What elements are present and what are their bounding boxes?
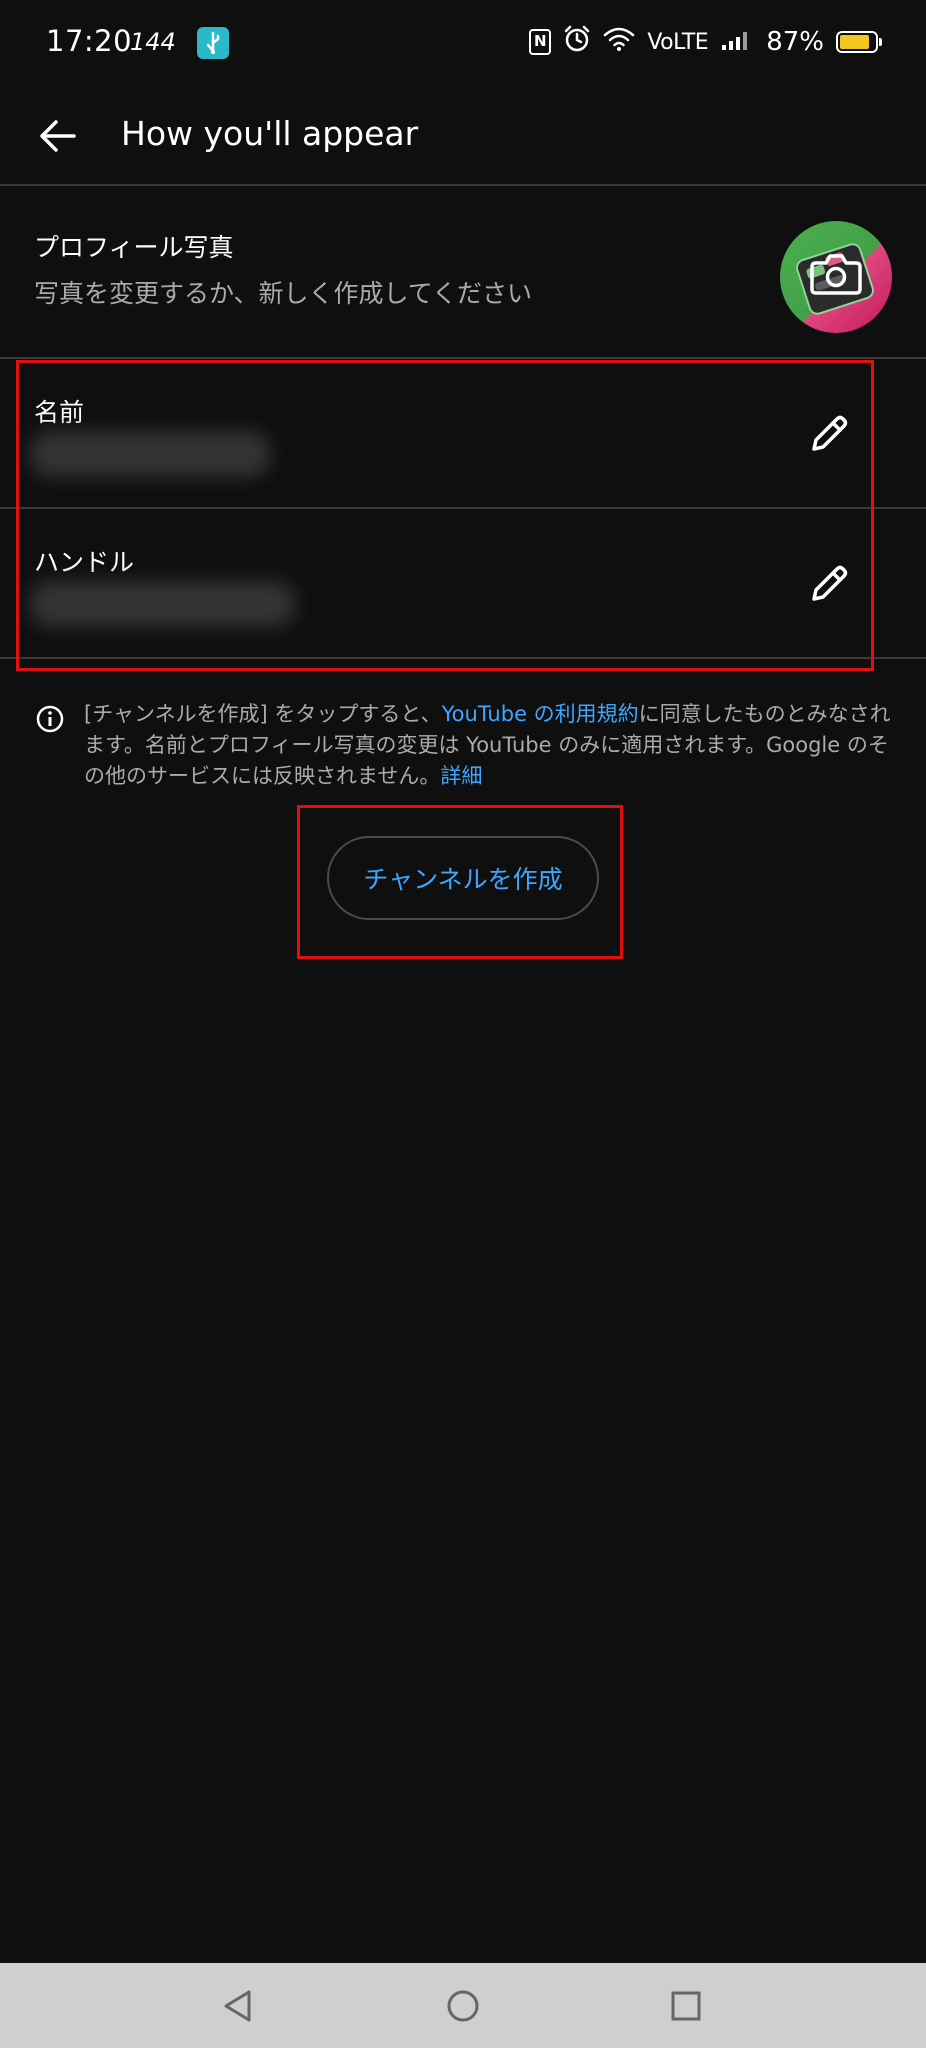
profile-photo-title: プロフィール写真 xyxy=(34,233,234,262)
terms-link[interactable]: YouTube の利用規約 xyxy=(442,702,639,726)
handle-field-row[interactable]: ハンドル xyxy=(0,509,926,659)
system-nav-bar xyxy=(0,1963,926,2048)
back-button[interactable] xyxy=(30,108,86,164)
app-bar: How you'll appear xyxy=(0,86,926,186)
arrow-left-icon xyxy=(40,120,76,152)
handle-label: ハンドル xyxy=(34,548,135,577)
nav-home-button[interactable] xyxy=(434,1977,492,2035)
camera-icon xyxy=(810,254,862,295)
nav-home-icon xyxy=(447,1990,479,2022)
terms-notice: [チャンネルを作成] をタップすると、YouTube の利用規約に同意したものと… xyxy=(84,699,894,792)
page-title: How you'll appear xyxy=(121,114,419,153)
signal-icon xyxy=(720,27,754,57)
status-time: 17:20 xyxy=(46,24,133,58)
nav-recents-button[interactable] xyxy=(657,1977,715,2035)
nav-back-button[interactable] xyxy=(209,1977,267,2035)
profile-photo-subtitle: 写真を変更するか、新しく作成してください xyxy=(34,279,533,308)
pencil-icon xyxy=(812,415,848,451)
avatar[interactable] xyxy=(780,221,892,333)
nfc-icon: N xyxy=(529,29,552,55)
name-label: 名前 xyxy=(34,398,85,427)
edit-name-button[interactable] xyxy=(800,405,858,463)
pencil-icon xyxy=(812,565,848,601)
status-icons: N VoLTE 87% xyxy=(529,22,882,62)
create-channel-button[interactable]: チャンネルを作成 xyxy=(327,836,599,920)
usb-debug-icon xyxy=(197,27,229,59)
battery-percent: 87% xyxy=(766,27,824,57)
details-link[interactable]: 詳細 xyxy=(440,764,482,788)
handle-value xyxy=(30,581,295,627)
wifi-icon xyxy=(603,26,635,58)
nav-recents-icon xyxy=(671,1991,701,2021)
alarm-icon xyxy=(563,25,591,59)
name-field-row[interactable]: 名前 xyxy=(0,359,926,509)
info-icon xyxy=(36,705,64,733)
status-bar: 17:20 144 N VoLTE 87% xyxy=(0,0,926,86)
refresh-rate: 144 xyxy=(130,28,176,56)
nav-back-icon xyxy=(224,1990,251,2022)
edit-handle-button[interactable] xyxy=(800,555,858,613)
battery-charging-icon xyxy=(836,31,882,53)
terms-text-before: [チャンネルを作成] をタップすると、 xyxy=(84,702,442,726)
profile-photo-row[interactable]: プロフィール写真 写真を変更するか、新しく作成してください xyxy=(0,186,926,359)
name-value xyxy=(30,431,270,477)
network-type: VoLTE xyxy=(647,29,709,55)
